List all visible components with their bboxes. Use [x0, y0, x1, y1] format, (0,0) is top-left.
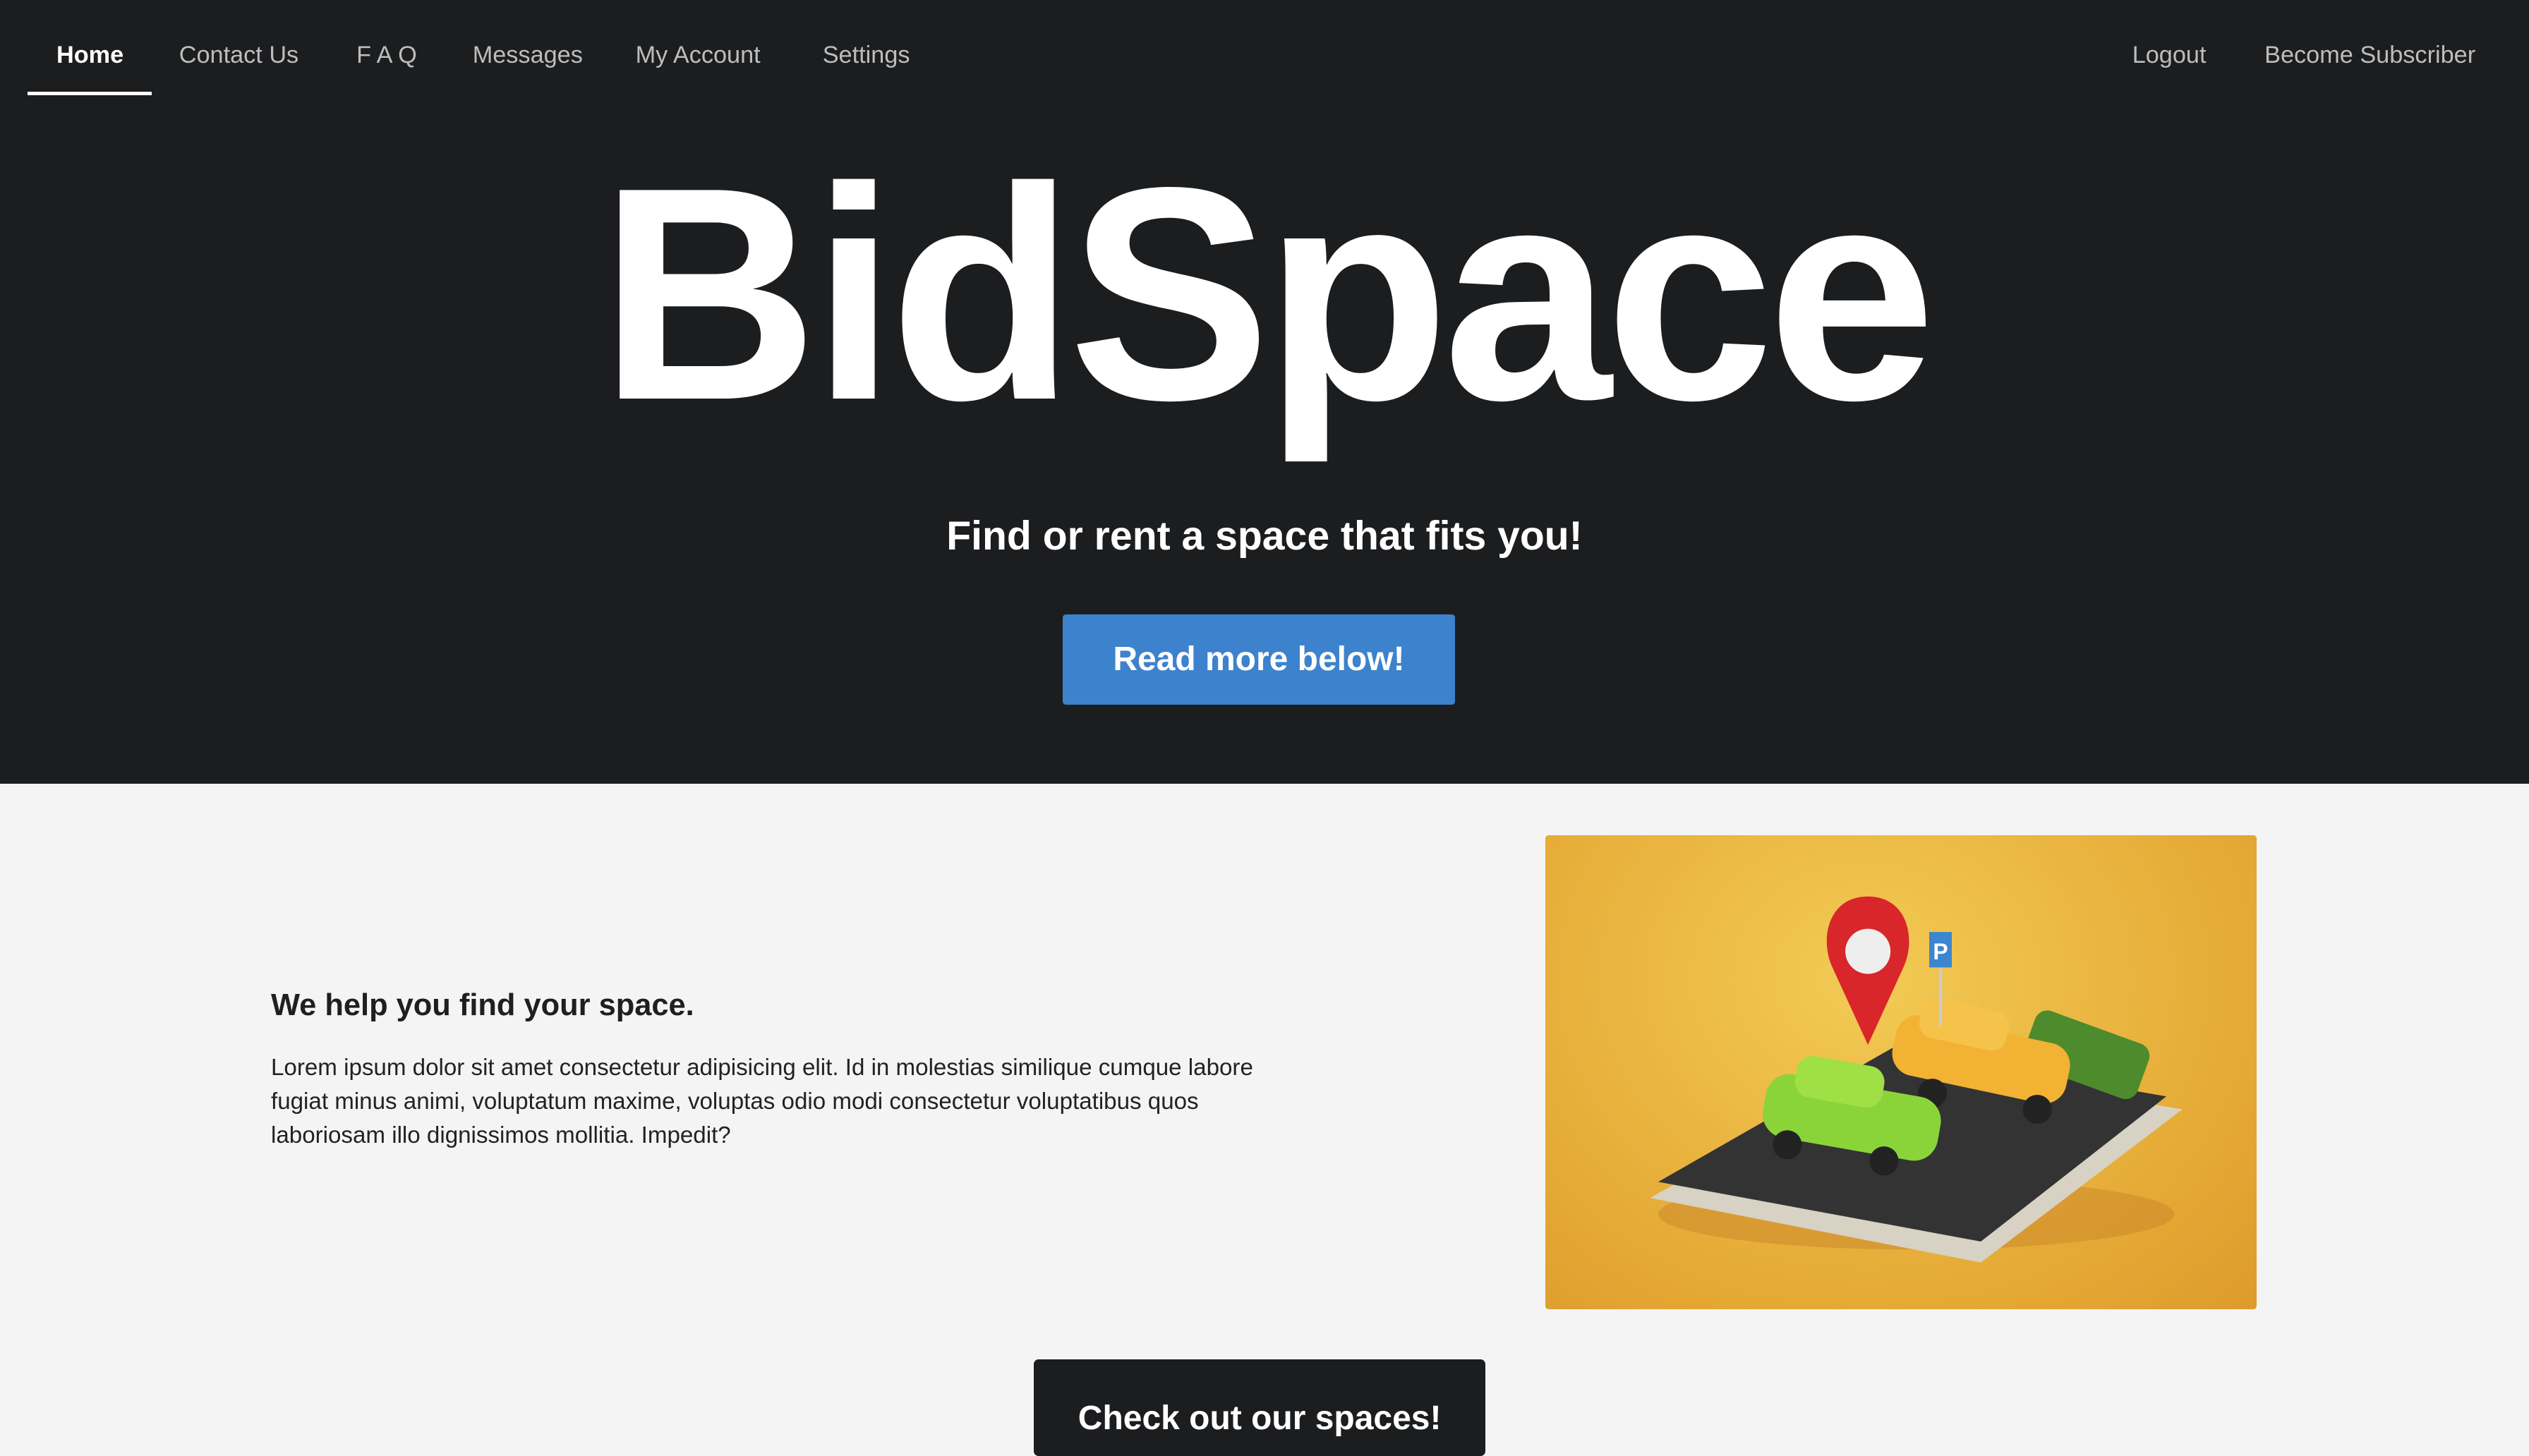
nav-contact-us[interactable]: Contact Us — [179, 42, 299, 69]
parking-app-illustration: P — [1545, 835, 2257, 1309]
nav-logout[interactable]: Logout — [2132, 42, 2207, 69]
location-pin-icon — [1826, 896, 1909, 1045]
active-tab-indicator — [27, 92, 152, 95]
hero-section: Home Contact Us F A Q Messages My Accoun… — [0, 0, 2529, 784]
nav-faq[interactable]: F A Q — [356, 42, 417, 69]
parking-sign-letter: P — [1933, 939, 1948, 964]
nav-my-account[interactable]: My Account — [636, 42, 761, 69]
site-title: BidSpace — [599, 125, 1936, 464]
nav-settings[interactable]: Settings — [823, 42, 910, 69]
nav-messages[interactable]: Messages — [473, 42, 583, 69]
read-more-button[interactable]: Read more below! — [1063, 614, 1455, 705]
hero-subtitle: Find or rent a space that fits you! — [946, 513, 1583, 559]
phone-parking-image: P — [1650, 896, 2183, 1263]
check-spaces-button[interactable]: Check out our spaces! — [1034, 1359, 1486, 1456]
top-nav: Home Contact Us F A Q Messages My Accoun… — [0, 0, 2529, 116]
nav-become-subscriber[interactable]: Become Subscriber — [2264, 42, 2475, 69]
nav-home[interactable]: Home — [56, 42, 123, 69]
about-text: Lorem ipsum dolor sit amet consectetur a… — [270, 1055, 1253, 1149]
about-heading: We help you find your space. — [270, 988, 694, 1023]
